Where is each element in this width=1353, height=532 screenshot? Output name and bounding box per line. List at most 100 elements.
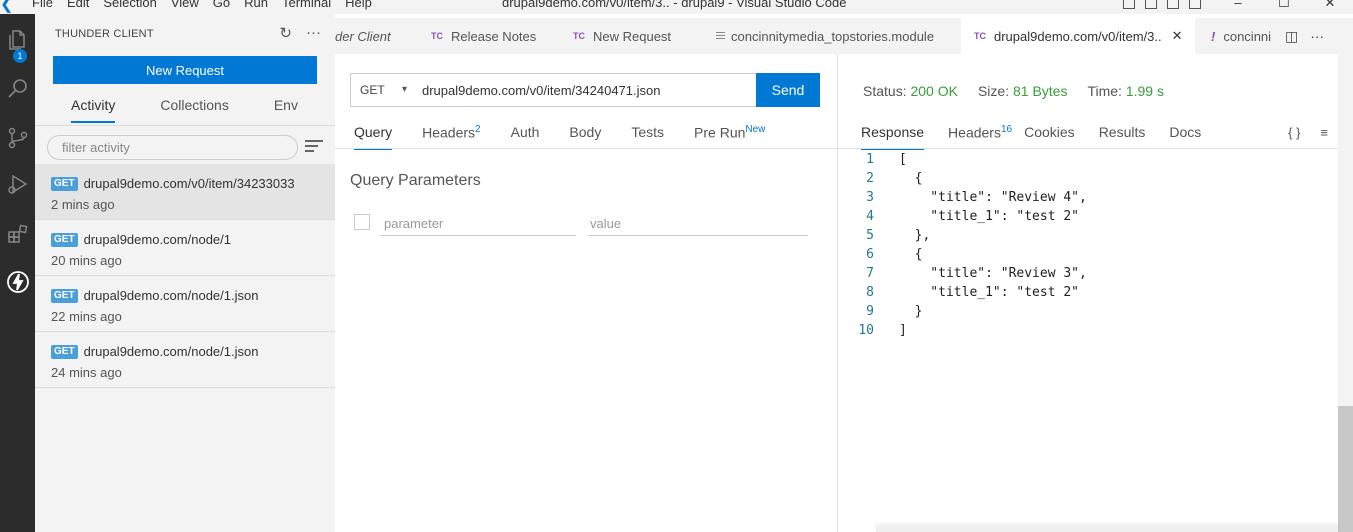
tab-headers[interactable]: Headers2 bbox=[422, 124, 480, 150]
thunder-client-icon[interactable] bbox=[0, 264, 35, 300]
vscode-logo-icon: ❮ bbox=[0, 0, 14, 13]
tab-concinni[interactable]: ! concinni bbox=[1211, 18, 1271, 54]
line-number: 1 bbox=[866, 152, 874, 167]
line-text: "title": "Review 3", bbox=[899, 266, 1087, 281]
headers-count: 16 bbox=[1000, 124, 1013, 135]
menu-view[interactable]: View bbox=[171, 0, 207, 11]
close-tab-icon[interactable]: ✕ bbox=[1172, 28, 1183, 44]
menu-terminal[interactable]: Terminal bbox=[282, 0, 339, 11]
activity-item[interactable]: GET drupal9demo.com/node/1 20 mins ago bbox=[35, 220, 335, 276]
menu-go[interactable]: Go bbox=[213, 0, 238, 11]
tab-label: Headers bbox=[422, 124, 476, 141]
new-badge: New bbox=[745, 124, 766, 135]
toggle-sidebar-layout-icon[interactable] bbox=[1123, 0, 1135, 9]
tab-activity[interactable]: Activity bbox=[71, 96, 116, 123]
tab-query[interactable]: Query bbox=[354, 124, 393, 150]
response-menu-icon[interactable]: ≡ bbox=[1320, 125, 1328, 140]
tab-env[interactable]: Env bbox=[274, 96, 298, 123]
thunder-client-tab-icon: TC bbox=[573, 31, 585, 41]
tab-collections[interactable]: Collections bbox=[160, 96, 228, 123]
refresh-icon[interactable]: ↻ bbox=[279, 24, 292, 42]
line-text: "title_1": "test 2" bbox=[899, 209, 1080, 224]
code-line: 3 "title": "Review 4", bbox=[838, 188, 1338, 207]
line-number: 5 bbox=[866, 228, 874, 243]
line-text: }, bbox=[899, 228, 931, 243]
format-json-icon[interactable]: { } bbox=[1288, 125, 1300, 140]
menu-run[interactable]: Run bbox=[244, 0, 276, 11]
value-input[interactable] bbox=[588, 211, 808, 236]
url-input[interactable] bbox=[415, 73, 757, 107]
tab-auth[interactable]: Auth bbox=[511, 124, 540, 150]
param-checkbox[interactable] bbox=[354, 214, 370, 230]
tab-release-notes[interactable]: TC Release Notes bbox=[431, 18, 536, 54]
method-select[interactable]: GET ▾ bbox=[350, 73, 416, 107]
line-number: 4 bbox=[866, 209, 874, 224]
parameter-input[interactable] bbox=[380, 211, 576, 236]
activity-item[interactable]: GET drupal9demo.com/node/1.json 24 mins … bbox=[35, 332, 335, 388]
time-value: 1.99 s bbox=[1125, 83, 1164, 99]
menu-selection[interactable]: Selection bbox=[103, 0, 164, 11]
minimize-button[interactable]: – bbox=[1215, 0, 1261, 11]
toggle-secondary-sidebar-icon[interactable] bbox=[1167, 0, 1179, 9]
response-pane: Status: 200 OK Size: 81 Bytes Time: 1.99… bbox=[838, 54, 1338, 532]
maximize-button[interactable]: ☐ bbox=[1261, 0, 1307, 11]
filter-options-icon[interactable] bbox=[305, 140, 323, 154]
tab-tests[interactable]: Tests bbox=[631, 124, 664, 150]
tab-label: New Request bbox=[593, 28, 672, 44]
editor-more-actions-icon[interactable]: ··· bbox=[1310, 28, 1324, 44]
horizontal-scrollbar[interactable] bbox=[876, 526, 1338, 532]
method-value: GET bbox=[360, 83, 385, 97]
sidebar-actions: ↻ ··· bbox=[279, 24, 321, 42]
tab-cookies[interactable]: Cookies bbox=[1024, 124, 1075, 150]
customize-layout-icon[interactable] bbox=[1189, 0, 1201, 9]
response-status-line: Status: 200 OK Size: 81 Bytes Time: 1.99… bbox=[863, 83, 1164, 99]
response-tools: { } ≡ bbox=[1288, 125, 1328, 140]
activity-item[interactable]: GET drupal9demo.com/v0/item/34233033 2 m… bbox=[35, 164, 335, 220]
headers-count: 2 bbox=[475, 124, 481, 135]
size-label: Size: bbox=[977, 83, 1010, 99]
search-icon[interactable] bbox=[0, 71, 35, 107]
source-control-icon[interactable] bbox=[0, 120, 35, 156]
thunder-client-sidebar: THUNDER CLIENT ↻ ··· New Request Activit… bbox=[35, 14, 335, 532]
code-line: 2 { bbox=[838, 169, 1338, 188]
line-number: 10 bbox=[858, 323, 874, 338]
tab-results[interactable]: Results bbox=[1099, 124, 1146, 150]
close-window-button[interactable]: ✕ bbox=[1307, 0, 1353, 11]
activity-time: 22 mins ago bbox=[51, 309, 122, 324]
tab-response-headers[interactable]: Headers16 bbox=[948, 124, 1012, 150]
toggle-panel-layout-icon[interactable] bbox=[1145, 0, 1157, 9]
tab-topstories-module[interactable]: concinnitymedia_topstories.module bbox=[716, 18, 934, 54]
chevron-down-icon: ▾ bbox=[401, 84, 407, 95]
menu-help[interactable]: Help bbox=[345, 0, 380, 11]
tab-thunder-client[interactable]: der Client bbox=[335, 18, 415, 54]
split-editor-icon[interactable]: ◫ bbox=[1285, 28, 1298, 45]
tab-drupal9demo-item[interactable]: TC drupal9demo.com/v0/item/3.. ✕ bbox=[961, 18, 1195, 54]
time-label: Time: bbox=[1087, 83, 1122, 99]
tab-label: der Client bbox=[335, 28, 391, 44]
menu-file[interactable]: File bbox=[32, 0, 61, 11]
new-request-button[interactable]: New Request bbox=[53, 56, 317, 84]
code-line: 6 { bbox=[838, 245, 1338, 264]
request-pane: GET ▾ Send Query Headers2 Auth Body Test… bbox=[335, 54, 837, 532]
activity-item[interactable]: GET drupal9demo.com/node/1.json 22 mins … bbox=[35, 276, 335, 332]
menu-edit[interactable]: Edit bbox=[67, 0, 97, 11]
tab-new-request[interactable]: TC New Request bbox=[573, 18, 671, 54]
tab-response[interactable]: Response bbox=[861, 124, 925, 150]
thunder-client-tab-icon: TC bbox=[431, 31, 443, 41]
time-field: Time: 1.99 s bbox=[1087, 83, 1164, 99]
scrollbar-thumb[interactable] bbox=[1338, 406, 1353, 532]
explorer-badge: 1 bbox=[13, 49, 27, 63]
warning-tab-icon: ! bbox=[1211, 28, 1216, 44]
filter-activity-input[interactable] bbox=[47, 135, 298, 160]
response-tabs-divider bbox=[838, 148, 1338, 149]
request-tabs: Query Headers2 Auth Body Tests Pre RunNe… bbox=[354, 124, 795, 150]
run-debug-icon[interactable] bbox=[0, 166, 35, 202]
editor-tabs: der Client TC Release Notes TC New Reque… bbox=[335, 18, 1353, 54]
more-actions-icon[interactable]: ··· bbox=[306, 24, 321, 42]
send-button[interactable]: Send bbox=[756, 73, 820, 107]
tab-docs[interactable]: Docs bbox=[1169, 124, 1201, 150]
explorer-icon[interactable]: 1 bbox=[0, 22, 35, 63]
tab-pre-run[interactable]: Pre RunNew bbox=[694, 124, 765, 150]
extensions-icon[interactable] bbox=[0, 216, 35, 252]
tab-body[interactable]: Body bbox=[569, 124, 601, 150]
